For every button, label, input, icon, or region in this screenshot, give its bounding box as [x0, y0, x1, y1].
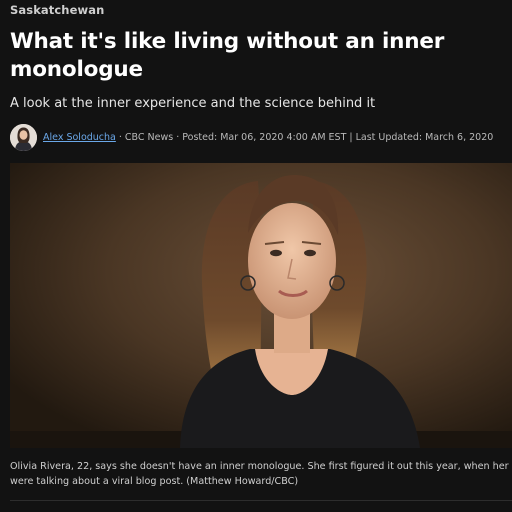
caption-line-2: were talking about a viral blog post. (M…	[10, 476, 299, 487]
byline-dot-1: ·	[118, 131, 122, 143]
section-label[interactable]: Saskatchewan	[10, 3, 104, 17]
article-headline: What it's like living without an inner m…	[10, 28, 505, 84]
article-photo[interactable]	[10, 163, 512, 448]
photo-caption: Olivia Rivera, 22, says she doesn't have…	[10, 459, 512, 489]
author-link[interactable]: Alex Soloducha	[43, 132, 116, 143]
article-deck: A look at the inner experience and the s…	[10, 96, 376, 111]
byline-pipe: |	[349, 131, 353, 143]
byline-posted: Posted: Mar 06, 2020 4:00 AM EST	[182, 131, 347, 143]
byline-updated: Last Updated: March 6, 2020	[355, 131, 494, 143]
byline-dot-2: ·	[176, 131, 180, 143]
headline-line-1: What it's like living without an inner	[10, 29, 445, 54]
caption-line-1: Olivia Rivera, 22, says she doesn't have…	[10, 461, 512, 472]
portrait-photo-image	[10, 163, 512, 448]
article-page: Saskatchewan What it's like living witho…	[0, 0, 512, 512]
author-avatar[interactable]	[10, 123, 37, 151]
byline: Alex Soloducha · CBC News · Posted: Mar …	[10, 122, 512, 152]
author-portrait-icon	[10, 123, 37, 151]
headline-line-2: monologue	[10, 57, 143, 82]
divider	[10, 500, 512, 501]
byline-outlet: CBC News	[124, 131, 174, 143]
